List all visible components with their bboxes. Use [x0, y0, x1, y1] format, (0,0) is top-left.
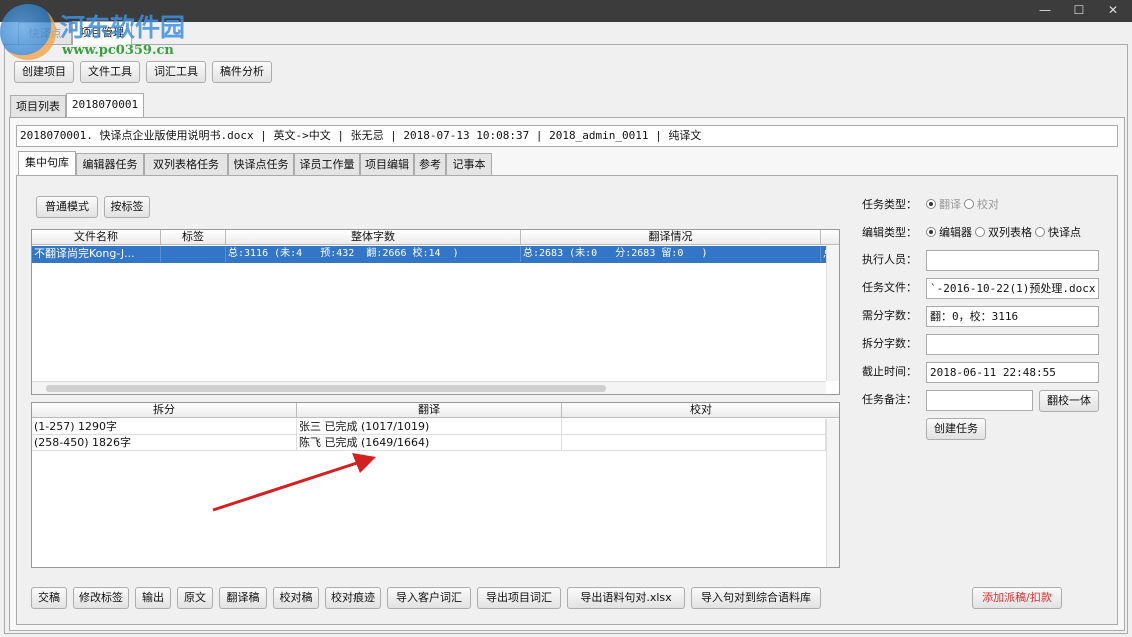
normal-mode-button[interactable]: 普通模式 — [36, 196, 98, 218]
translate-proof-combined-button[interactable]: 翻校一体 — [1039, 390, 1099, 412]
task_type-radio-group: 翻译 校对 — [926, 195, 1002, 215]
sub-tab-1[interactable]: 编辑器任务 — [76, 153, 144, 175]
cell-translate: 张三 已完成 (1017/1019) — [297, 419, 562, 435]
option-label: 双列表格 — [988, 226, 1032, 239]
sub-tab-3[interactable]: 快译点任务 — [228, 153, 294, 175]
radio-icon — [975, 227, 985, 237]
radio-icon — [1035, 227, 1045, 237]
cell-tag — [161, 246, 226, 262]
option-label: 快译点 — [1048, 226, 1081, 239]
create-project-button[interactable]: 创建项目 — [14, 61, 74, 83]
file-tools-button[interactable]: 文件工具 — [80, 61, 140, 83]
table-row[interactable]: 不翻译尚完Kong-J... 总:3116 (未:4 预:432 翻:2666 … — [32, 246, 831, 263]
cell-total-words: 总:3116 (未:4 预:432 翻:2666 校:14 ) — [226, 246, 521, 262]
split-table: 拆分 翻译 校对 (1-257) 1290字 张三 已完成 (1017/1019… — [31, 402, 840, 568]
note-label: 任务备注： — [862, 393, 917, 406]
bottom-button-9[interactable]: 导出语料句对.xlsx — [567, 587, 685, 609]
need_words-label: 需分字数： — [862, 309, 917, 322]
bottom-button-1[interactable]: 修改标签 — [73, 587, 129, 609]
sub-tab-0[interactable]: 集中句库 — [18, 151, 76, 175]
tab-project-list[interactable]: 项目列表 — [10, 95, 66, 117]
col-translation-status[interactable]: 翻译情况 — [521, 230, 821, 245]
bottom-button-10[interactable]: 导入句对到综合语料库 — [691, 587, 821, 609]
col-proofread[interactable]: 校对 — [562, 403, 839, 418]
radio-icon — [964, 199, 974, 209]
add-dispatch-deduction-button[interactable]: 添加派稿/扣款 — [972, 587, 1062, 609]
table-row[interactable]: (258-450) 1826字 陈飞 已完成 (1649/1664) — [32, 435, 826, 451]
col-file-name[interactable]: 文件名称 — [32, 230, 161, 245]
bottom-button-8[interactable]: 导出项目词汇 — [477, 587, 561, 609]
split_words-label: 拆分字数： — [862, 337, 917, 350]
project-info-bar: 2018070001. 快译点企业版使用说明书.docx | 英文->中文 | … — [16, 125, 1118, 147]
watermark-logo — [0, 4, 56, 60]
scrollbar-thumb[interactable] — [46, 385, 606, 392]
file-table: 文件名称 标签 整体字数 翻译情况 不翻译尚完Kong-J... 总:3116 … — [31, 229, 840, 395]
need_words-input[interactable]: 翻：0，校：3116 — [926, 306, 1099, 327]
deadline-input[interactable]: 2018-06-11 22:48:55 — [926, 362, 1099, 383]
bottom-button-0[interactable]: 交稿 — [31, 587, 67, 609]
col-extra — [821, 230, 839, 245]
edit_type-option-1[interactable]: 双列表格 — [975, 226, 1032, 239]
col-tag[interactable]: 标签 — [161, 230, 226, 245]
sub-tab-5[interactable]: 项目编辑 — [360, 153, 414, 175]
edit_type-option-2[interactable]: 快译点 — [1035, 226, 1081, 239]
task_type-label: 任务类型： — [862, 198, 917, 211]
col-split[interactable]: 拆分 — [32, 403, 297, 418]
sub-tab-2[interactable]: 双列表格任务 — [144, 153, 228, 175]
close-button[interactable]: ✕ — [1096, 0, 1130, 22]
edit_type-radio-group: 编辑器 双列表格 快译点 — [926, 223, 1084, 243]
bottom-button-3[interactable]: 原文 — [177, 587, 213, 609]
tab-project-2018070001[interactable]: 2018070001 — [66, 93, 144, 117]
bottom-button-4[interactable]: 翻译稿 — [219, 587, 267, 609]
cell-proofread — [562, 435, 826, 451]
by-tag-button[interactable]: 按标签 — [104, 196, 150, 218]
option-label: 翻译 — [939, 198, 961, 211]
annotation-arrow — [212, 453, 376, 512]
sub-tab-6[interactable]: 参考 — [414, 153, 446, 175]
vertical-scrollbar[interactable] — [826, 246, 839, 381]
manuscript-analysis-button[interactable]: 稿件分析 — [212, 61, 272, 83]
vocab-tools-button[interactable]: 词汇工具 — [146, 61, 206, 83]
note-input[interactable] — [926, 390, 1033, 411]
radio-icon — [926, 199, 936, 209]
cell-file-name: 不翻译尚完Kong-J... — [32, 246, 161, 262]
watermark-url: www.pc0359.cn — [62, 43, 174, 58]
cell-proofread — [562, 419, 826, 435]
table-row[interactable]: (1-257) 1290字 张三 已完成 (1017/1019) — [32, 419, 826, 435]
radio-icon — [926, 227, 936, 237]
split_words-input[interactable] — [926, 334, 1099, 355]
bottom-button-2[interactable]: 输出 — [135, 587, 171, 609]
maximize-button[interactable]: ☐ — [1062, 0, 1096, 22]
executor-input[interactable] — [926, 250, 1099, 271]
horizontal-scrollbar[interactable] — [32, 381, 826, 394]
bottom-button-7[interactable]: 导入客户词汇 — [387, 587, 471, 609]
vertical-scrollbar[interactable] — [826, 419, 839, 567]
executor-label: 执行人员： — [862, 253, 917, 266]
bottom-button-6[interactable]: 校对痕迹 — [325, 587, 381, 609]
task_file-input[interactable]: `-2016-10-22(1)预处理.docx — [926, 278, 1099, 299]
task_file-label: 任务文件： — [862, 281, 917, 294]
col-translate[interactable]: 翻译 — [297, 403, 562, 418]
task_type-option-1[interactable]: 校对 — [964, 198, 999, 211]
option-label: 编辑器 — [939, 226, 972, 239]
sub-tab-7[interactable]: 记事本 — [446, 153, 492, 175]
col-total-words[interactable]: 整体字数 — [226, 230, 521, 245]
bottom-button-5[interactable]: 校对稿 — [273, 587, 319, 609]
create-task-button[interactable]: 创建任务 — [926, 418, 986, 440]
edit_type-option-0[interactable]: 编辑器 — [926, 226, 972, 239]
sub-tab-4[interactable]: 译员工作量 — [294, 153, 360, 175]
option-label: 校对 — [977, 198, 999, 211]
task_type-option-0[interactable]: 翻译 — [926, 198, 961, 211]
minimize-button[interactable]: — — [1028, 0, 1062, 22]
edit_type-label: 编辑类型： — [862, 226, 917, 239]
deadline-label: 截止时间： — [862, 365, 917, 378]
cell-split: (1-257) 1290字 — [32, 419, 297, 435]
watermark-name: 河东软件园 — [60, 13, 186, 42]
cell-translation-status: 总:2683 (未:0 分:2683 留:0 ) — [521, 246, 821, 262]
